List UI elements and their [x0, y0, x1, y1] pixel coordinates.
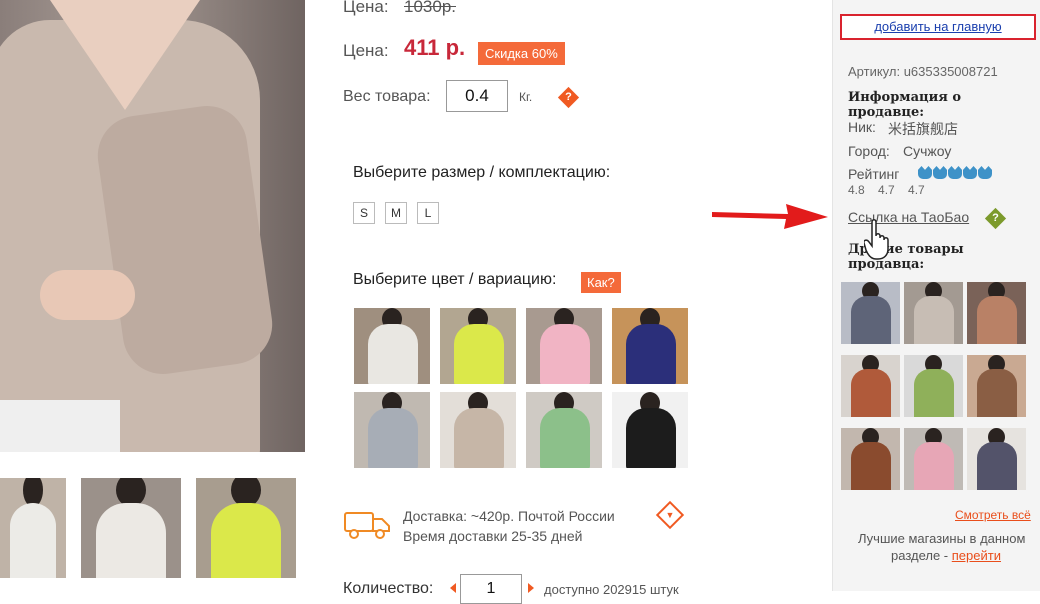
how-to-button[interactable]: Как?	[581, 272, 621, 293]
discount-badge: Скидка 60%	[478, 42, 565, 65]
crown-icon	[933, 166, 947, 179]
go-link[interactable]: перейти	[952, 548, 1001, 563]
hand-cursor-icon	[864, 219, 889, 260]
delivery-truck-icon	[344, 512, 390, 539]
color-variant-lime[interactable]	[440, 308, 516, 384]
best-shops-text: Лучшие магазины в данном	[858, 531, 1026, 546]
color-variant-beige[interactable]	[440, 392, 516, 468]
help-icon[interactable]: ?	[984, 207, 1007, 230]
pants-shape	[0, 400, 120, 452]
weight-unit: Кг.	[519, 90, 533, 104]
help-icon[interactable]: ?	[557, 86, 580, 109]
annotation-arrow-icon	[712, 204, 828, 229]
city-value: Сучжоу	[903, 143, 952, 159]
size-option-m[interactable]: M	[385, 202, 407, 224]
color-variant-black[interactable]	[612, 392, 688, 468]
crown-icon	[918, 166, 932, 179]
old-price-label: Цена:	[343, 0, 389, 16]
weight-label: Вес товара:	[343, 88, 431, 105]
seller-product-3[interactable]	[967, 282, 1026, 344]
product-thumbnail-3[interactable]	[196, 478, 296, 578]
seller-info-title: Информация о продавце:	[848, 90, 962, 120]
color-variant-green[interactable]	[526, 392, 602, 468]
main-product-photo[interactable]	[0, 0, 305, 452]
price-label: Цена:	[343, 41, 389, 60]
hand-shape	[40, 270, 135, 320]
seller-product-5[interactable]	[904, 355, 963, 417]
current-price: 411 р.	[404, 35, 466, 60]
nick-label: Ник:	[848, 119, 876, 135]
size-option-l[interactable]: L	[417, 202, 439, 224]
nick-value: 米括旗舰店	[888, 121, 958, 137]
delivery-time: Время доставки 25-35 дней	[403, 528, 583, 544]
weight-field[interactable]: 0.4	[446, 80, 508, 112]
seller-product-4[interactable]	[841, 355, 900, 417]
rating-crowns	[918, 166, 992, 179]
seller-product-9[interactable]	[967, 428, 1026, 490]
old-price: 1030р.	[404, 0, 456, 16]
see-all-link[interactable]: Смотреть всё	[955, 508, 1031, 522]
seller-product-2[interactable]	[904, 282, 963, 344]
color-variant-navy[interactable]	[612, 308, 688, 384]
product-thumbnail-2[interactable]	[81, 478, 181, 578]
seller-product-7[interactable]	[841, 428, 900, 490]
size-option-s[interactable]: S	[353, 202, 375, 224]
quantity-decrease-icon[interactable]	[450, 583, 456, 593]
rating-label: Рейтинг	[848, 166, 900, 182]
quantity-stepper[interactable]: 1	[460, 574, 522, 604]
seller-product-8[interactable]	[904, 428, 963, 490]
color-variant-grey[interactable]	[354, 392, 430, 468]
seller-product-1[interactable]	[841, 282, 900, 344]
quantity-increase-icon[interactable]	[528, 583, 534, 593]
rating-scores: 4.8 4.7 4.7	[848, 183, 925, 197]
add-to-home-button[interactable]: добавить на главную	[840, 14, 1036, 40]
seller-product-6[interactable]	[967, 355, 1026, 417]
product-thumbnail-1[interactable]	[0, 478, 66, 578]
crown-icon	[978, 166, 992, 179]
color-variant-white[interactable]	[354, 308, 430, 384]
quantity-label: Количество:	[343, 580, 434, 597]
crown-icon	[963, 166, 977, 179]
delivery-cost: Доставка: ~420р. Почтой России	[403, 508, 615, 524]
size-title: Выберите размер / комплектацию:	[353, 164, 611, 181]
city-label: Город:	[848, 143, 890, 159]
best-shops-text-2: разделе - перейти	[891, 548, 1001, 563]
color-variant-pink[interactable]	[526, 308, 602, 384]
article-number: Артикул: u635335008721	[848, 64, 998, 79]
chevron-down-icon[interactable]: ▼	[655, 500, 685, 530]
quantity-available: доступно 202915 штук	[544, 582, 679, 597]
color-title: Выберите цвет / вариацию:	[353, 271, 557, 288]
crown-icon	[948, 166, 962, 179]
